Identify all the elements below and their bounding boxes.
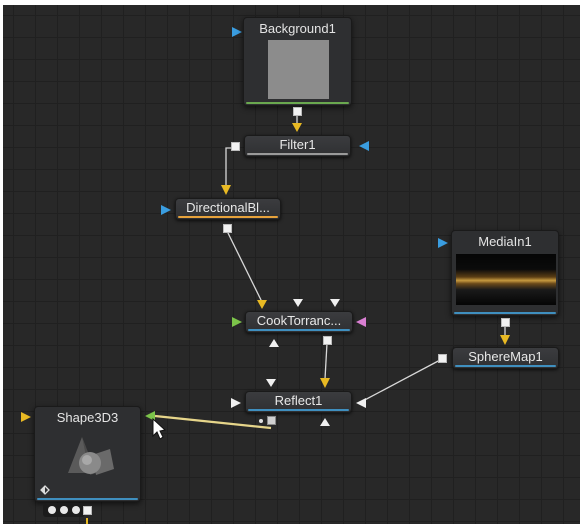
node-status-bar bbox=[455, 365, 556, 367]
reflect-input-arrow-bottom[interactable] bbox=[320, 418, 330, 426]
shape3d-input-arrow-yellow[interactable] bbox=[21, 412, 31, 422]
reflect-input-arrow-white-top[interactable] bbox=[266, 379, 276, 387]
node-title: SphereMap1 bbox=[468, 349, 543, 364]
background-thumbnail bbox=[268, 40, 329, 99]
node-title: Filter1 bbox=[279, 137, 316, 152]
wire-filter-directional bbox=[225, 147, 240, 185]
filter-input-arrow-yellow[interactable] bbox=[292, 123, 302, 132]
reflect-output-dot bbox=[259, 419, 263, 423]
node-title: Background1 bbox=[259, 21, 336, 36]
node-title: CookTorranc... bbox=[256, 313, 342, 328]
node-status-bar bbox=[248, 409, 349, 411]
cook-input-arrow-white-2[interactable] bbox=[330, 299, 340, 307]
shape3d-icon bbox=[68, 437, 114, 475]
spheremap-output-port[interactable] bbox=[438, 354, 447, 363]
node-title: Shape3D3 bbox=[56, 410, 119, 425]
background-output-port[interactable] bbox=[293, 107, 302, 116]
cook-output-port[interactable] bbox=[323, 336, 332, 345]
cook-input-arrow-pink[interactable] bbox=[356, 317, 366, 327]
reflect-input-arrow-right[interactable] bbox=[356, 398, 366, 408]
cook-input-arrow-green[interactable] bbox=[232, 317, 242, 327]
node-title: MediaIn1 bbox=[478, 234, 532, 249]
node-reflect1[interactable]: Reflect1 bbox=[245, 391, 352, 413]
node-status-bar bbox=[247, 153, 348, 155]
wire-spheremap-reflect bbox=[358, 358, 443, 404]
wire-directional-cook bbox=[226, 230, 263, 303]
cook-input-arrow-white-bottom[interactable] bbox=[269, 339, 279, 347]
node-editor-canvas[interactable]: Background1 Filter1 DirectionalBl... Med… bbox=[3, 5, 580, 524]
node-shape3d3[interactable]: Shape3D3 bbox=[34, 406, 141, 502]
node-status-bar bbox=[246, 102, 349, 104]
background-input-arrow[interactable] bbox=[232, 27, 242, 37]
node-title: DirectionalBl... bbox=[186, 200, 270, 215]
node-title: Reflect1 bbox=[274, 393, 323, 408]
directional-input-arrow-blue[interactable] bbox=[161, 205, 171, 215]
filter-output-port[interactable] bbox=[231, 142, 240, 151]
cook-input-arrow-yellow[interactable] bbox=[257, 300, 267, 309]
node-mediain1[interactable]: MediaIn1 bbox=[451, 230, 559, 316]
arrow-cursor-icon bbox=[152, 417, 167, 440]
reflect-output-port[interactable] bbox=[267, 416, 276, 425]
directional-input-arrow-yellow[interactable] bbox=[221, 185, 231, 195]
reflect-input-arrow-yellow[interactable] bbox=[320, 378, 330, 388]
node-filter1[interactable]: Filter1 bbox=[244, 135, 351, 157]
wire-reflect-shape bbox=[154, 414, 272, 430]
cook-input-arrow-white-1[interactable] bbox=[293, 299, 303, 307]
reflect-input-arrow-left[interactable] bbox=[231, 398, 241, 408]
spheremap-input-arrow[interactable] bbox=[500, 335, 510, 345]
node-status-bar bbox=[454, 312, 556, 314]
shape3d-options-button[interactable] bbox=[43, 503, 85, 517]
node-spheremap1[interactable]: SphereMap1 bbox=[452, 347, 559, 369]
node-status-bar bbox=[37, 498, 138, 500]
node-directional-blur[interactable]: DirectionalBl... bbox=[175, 198, 281, 220]
mediain-output-port[interactable] bbox=[501, 318, 510, 327]
filter-input-arrow-blue[interactable] bbox=[359, 141, 369, 151]
shape3d-output-port[interactable] bbox=[83, 506, 92, 515]
mediain-input-arrow[interactable] bbox=[438, 238, 448, 248]
node-background1[interactable]: Background1 bbox=[243, 17, 352, 106]
node-cooktorrance[interactable]: CookTorranc... bbox=[245, 311, 353, 333]
node-status-bar bbox=[248, 329, 350, 331]
wire-cook-reflect bbox=[324, 342, 328, 380]
directional-output-port[interactable] bbox=[223, 224, 232, 233]
node-status-bar bbox=[178, 216, 278, 218]
media-thumbnail bbox=[456, 254, 556, 305]
view-toggle-icon[interactable] bbox=[40, 485, 50, 495]
